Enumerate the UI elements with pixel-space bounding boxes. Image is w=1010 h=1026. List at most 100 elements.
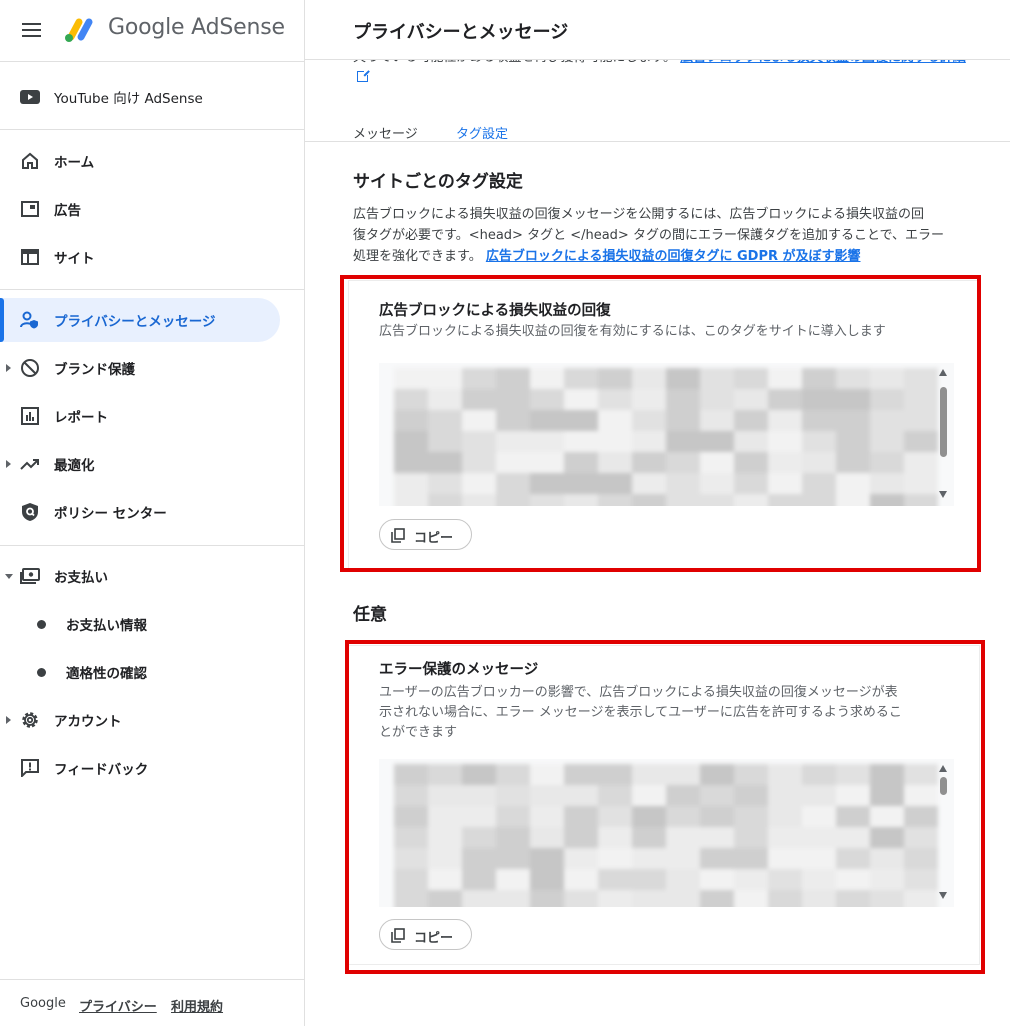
blur-cell xyxy=(802,431,836,452)
copy-button[interactable]: コピー xyxy=(379,919,472,950)
footer-terms-link[interactable]: 利用規約 xyxy=(171,996,223,1015)
sidebar-item-account[interactable]: アカウント xyxy=(0,698,280,742)
code-snippet-box[interactable] xyxy=(379,363,954,506)
sidebar-item-feedback[interactable]: フィードバック xyxy=(0,746,280,790)
expand-caret-icon[interactable] xyxy=(6,460,11,468)
blur-cell xyxy=(700,806,734,827)
collapse-caret-icon[interactable] xyxy=(5,574,13,579)
sidebar-item-label: プライバシーとメッセージ xyxy=(54,314,216,330)
scroll-up-arrow-icon[interactable] xyxy=(939,369,947,376)
footer-privacy-link[interactable]: プライバシー xyxy=(79,996,157,1015)
blur-cell xyxy=(700,827,734,848)
sidebar-item-youtube[interactable]: YouTube 向け AdSense xyxy=(0,75,280,119)
blur-cell xyxy=(836,827,870,848)
scrollbar[interactable] xyxy=(934,363,954,506)
open-in-new-icon[interactable] xyxy=(357,69,370,82)
blur-cell xyxy=(428,890,462,907)
card-description: 広告ブロックによる損失収益の回復を有効にするには、このタグをサイトに導入します xyxy=(379,324,886,339)
sidebar-item-label: 適格性の確認 xyxy=(66,666,147,682)
blur-cell xyxy=(428,452,462,473)
scroll-up-arrow-icon[interactable] xyxy=(939,765,947,772)
blur-cell xyxy=(768,389,802,410)
gear-icon xyxy=(20,710,40,730)
section-desc-line: 広告ブロックによる損失収益の回復メッセージを公開するには、広告ブロックによる損失… xyxy=(353,207,924,222)
blur-cell xyxy=(768,869,802,890)
sidebar-item-payment-info[interactable]: お支払い情報 xyxy=(0,602,280,646)
blur-cell xyxy=(598,869,632,890)
blur-cell xyxy=(802,764,836,785)
expand-caret-icon[interactable] xyxy=(6,364,11,372)
code-snippet-box[interactable] xyxy=(379,759,954,907)
blur-cell xyxy=(564,764,598,785)
blur-cell xyxy=(802,869,836,890)
sidebar-item-privacy-messaging[interactable]: プライバシーとメッセージ xyxy=(0,298,280,342)
blurred-code xyxy=(394,764,938,907)
blur-cell xyxy=(598,806,632,827)
copy-icon xyxy=(391,528,405,543)
sidebar-item-optimization[interactable]: 最適化 xyxy=(0,442,280,486)
blur-cell xyxy=(904,827,938,848)
sidebar-item-home[interactable]: ホーム xyxy=(0,139,280,183)
card-title: エラー保護のメッセージ xyxy=(379,662,539,678)
web-icon xyxy=(20,247,40,267)
sidebar-footer: Google プライバシー 利用規約 xyxy=(0,979,305,1026)
adsense-logo-icon[interactable] xyxy=(62,14,98,44)
blur-cell xyxy=(734,452,768,473)
blur-cell xyxy=(632,827,666,848)
scroll-down-arrow-icon[interactable] xyxy=(939,892,947,899)
blur-cell xyxy=(632,764,666,785)
expand-caret-icon[interactable] xyxy=(6,716,11,724)
blur-cell xyxy=(666,473,700,494)
tab-tag-settings[interactable]: タグ設定 xyxy=(456,123,508,142)
menu-icon[interactable] xyxy=(20,18,44,42)
sidebar-item-sites[interactable]: サイト xyxy=(0,235,280,279)
blur-cell xyxy=(666,431,700,452)
sidebar-item-eligibility-check[interactable]: 適格性の確認 xyxy=(0,650,280,694)
blur-cell xyxy=(700,431,734,452)
blur-cell xyxy=(530,389,564,410)
blur-cell xyxy=(496,410,530,431)
blur-cell xyxy=(836,890,870,907)
scroll-thumb[interactable] xyxy=(940,387,947,457)
blur-cell xyxy=(462,494,496,506)
section-desc-line: 処理を強化できます。 広告ブロックによる損失収益の回復タグに GDPR が及ぼす… xyxy=(353,246,983,267)
blur-cell xyxy=(598,890,632,907)
bar-chart-icon xyxy=(20,406,40,426)
blur-cell xyxy=(394,827,428,848)
sidebar-item-policy-center[interactable]: ポリシー センター xyxy=(0,490,280,534)
blur-cell xyxy=(564,848,598,869)
page-title: プライバシーとメッセージ xyxy=(353,22,569,43)
sidebar-item-payments[interactable]: お支払い xyxy=(0,554,280,598)
blur-cell xyxy=(870,890,904,907)
feedback-icon xyxy=(20,758,40,778)
blur-cell xyxy=(564,473,598,494)
blur-cell xyxy=(462,764,496,785)
gdpr-impact-link[interactable]: 広告ブロックによる損失収益の回復タグに GDPR が及ぼす影響 xyxy=(486,249,861,264)
blur-cell xyxy=(462,848,496,869)
blur-cell xyxy=(428,494,462,506)
blur-cell xyxy=(768,410,802,431)
scrollbar[interactable] xyxy=(934,759,954,907)
copy-button[interactable]: コピー xyxy=(379,519,472,550)
tab-messages[interactable]: メッセージ xyxy=(353,123,418,142)
sidebar-item-reports[interactable]: レポート xyxy=(0,394,280,438)
blur-cell xyxy=(904,764,938,785)
blur-cell xyxy=(632,806,666,827)
blur-cell xyxy=(530,869,564,890)
sidebar-item-ads[interactable]: 広告 xyxy=(0,187,280,231)
scroll-thumb[interactable] xyxy=(940,777,947,795)
blur-cell xyxy=(564,869,598,890)
blur-cell xyxy=(428,389,462,410)
blur-cell xyxy=(734,890,768,907)
sidebar-item-label: 広告 xyxy=(54,203,81,219)
trending-up-icon xyxy=(20,454,40,474)
blur-cell xyxy=(598,431,632,452)
scroll-down-arrow-icon[interactable] xyxy=(939,491,947,498)
sidebar-item-brand-safety[interactable]: ブランド保護 xyxy=(0,346,280,390)
copy-label: コピー xyxy=(414,931,454,946)
blur-cell xyxy=(462,806,496,827)
blur-cell xyxy=(394,785,428,806)
sidebar-item-label: フィードバック xyxy=(54,762,149,778)
blur-cell xyxy=(666,764,700,785)
blur-cell xyxy=(428,827,462,848)
